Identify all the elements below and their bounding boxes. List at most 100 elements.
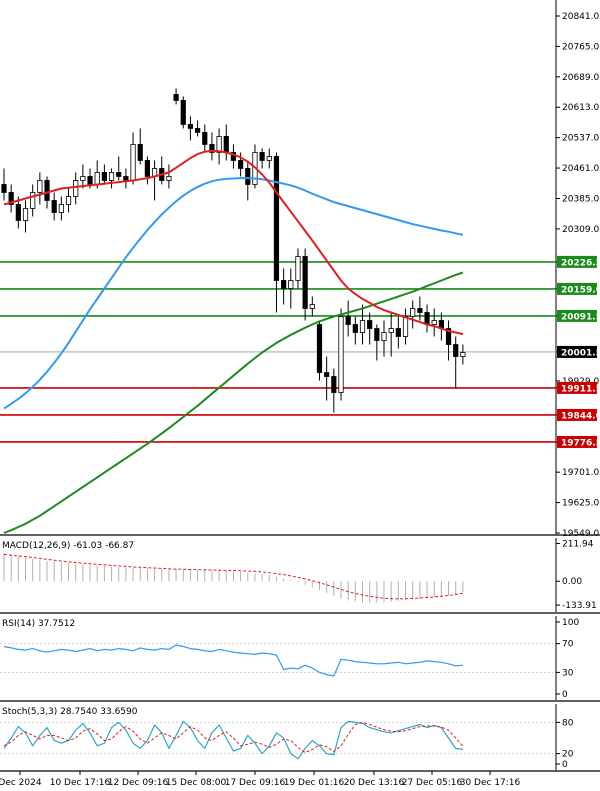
bull-candle	[130, 144, 136, 181]
time-tick-label: 12 Dec 09:16	[108, 778, 169, 788]
bull-candle	[460, 352, 466, 357]
bull-candle	[80, 176, 86, 181]
bear-candle	[273, 156, 280, 281]
bull-candle	[266, 156, 272, 161]
bear-candle	[302, 256, 308, 309]
bear-candle	[374, 328, 380, 341]
bear-candle	[453, 344, 459, 357]
bear-candle	[417, 308, 423, 313]
bull-candle	[288, 280, 294, 289]
bull-candle	[73, 180, 79, 197]
macd-label: MACD(12,26,9) -61.03 -66.87	[2, 541, 134, 551]
macd-panel: MACD(12,26,9) -61.03 -66.87 211.94 0.00 -13…	[2, 539, 597, 611]
time-tick-label: 30 Dec 17:16	[460, 778, 521, 788]
bear-candle	[281, 280, 287, 289]
ma-slow-line	[3, 271, 464, 534]
rsi-tick-label: 30	[562, 668, 574, 678]
bear-candle	[51, 200, 57, 213]
macd-tick-label: 0.00	[562, 577, 582, 587]
bull-candle	[166, 176, 172, 181]
bear-candle	[187, 124, 194, 129]
price-tick-label: 19625.0	[562, 499, 599, 509]
resistance-level-tag-label: 20159.0	[561, 285, 600, 295]
time-tick-label: 17 Dec 09:16	[225, 778, 286, 788]
stoch-label: Stoch(5,3,3) 28.7540 33.6590	[2, 707, 138, 717]
current-price-tag-label: 20001.5	[561, 348, 600, 358]
time-tick-label: Dec 2024	[0, 778, 42, 788]
bull-candle	[338, 316, 344, 393]
bull-candle	[402, 316, 409, 337]
stoch-main-line	[3, 720, 463, 760]
support-level-tag-label: 19911.5	[561, 384, 600, 394]
time-tick-label: 20 Dec 13:16	[344, 778, 405, 788]
price-tick-label: 20461.0	[562, 164, 599, 174]
price-tick-label: 20765.0	[562, 42, 599, 52]
bear-candle	[345, 316, 351, 325]
bull-candle	[22, 208, 29, 221]
bear-candle	[202, 132, 208, 145]
bull-candle	[381, 332, 387, 341]
price-levels	[0, 261, 556, 443]
bear-candle	[223, 136, 229, 153]
bull-candle	[30, 192, 36, 209]
bear-candle	[15, 204, 21, 221]
stoch-tick-label: 20	[562, 750, 574, 760]
bull-candle	[410, 308, 416, 317]
bear-candle	[331, 376, 337, 393]
resistance-level-tag-label: 20091.5	[561, 312, 600, 322]
time-tick-label: 10 Dec 17:16	[50, 778, 111, 788]
trading-chart: 20841.0 20765.0 20689.0 20613.0 20537.0 20461…	[0, 0, 600, 788]
rsi-panel: RSI(14) 37.7512 100 70 30 0	[0, 618, 579, 700]
panel-frames	[0, 0, 600, 772]
stoch-tick-label: 0	[562, 760, 568, 770]
rsi-tick-label: 0	[562, 690, 568, 700]
bull-candle	[58, 204, 64, 213]
bull-candle	[309, 304, 315, 309]
support-level-tag-label: 19844.0	[561, 411, 600, 421]
bear-candle	[352, 324, 358, 333]
candles	[1, 88, 466, 413]
bull-candle	[359, 320, 366, 333]
bear-candle	[194, 128, 201, 133]
time-tick-label: 27 Dec 05:16	[402, 778, 463, 788]
price-tick-label: 19701.0	[562, 468, 599, 478]
price-tick-label: 20309.0	[562, 225, 599, 235]
bear-candle	[173, 94, 179, 101]
bull-candle	[108, 172, 115, 181]
bull-candle	[216, 136, 222, 153]
price-tick-label: 19549.0	[562, 529, 599, 539]
bear-candle	[245, 168, 251, 185]
price-tick-label: 20613.0	[562, 103, 599, 113]
support-level-tag-label: 19776.5	[561, 438, 600, 448]
macd-tick-label: 211.94	[562, 539, 594, 549]
moving-averages	[3, 149, 464, 534]
macd-tick-label: -133.91	[562, 601, 597, 611]
price-tick-label: 20385.0	[562, 194, 599, 204]
stoch-panel: Stoch(5,3,3) 28.7540 33.6590 80 200	[0, 707, 574, 770]
bear-candle	[123, 176, 129, 181]
bear-candle	[44, 180, 50, 201]
rsi-label: RSI(14) 37.7512	[2, 619, 75, 629]
ma-mid-line	[3, 177, 464, 410]
time-tick-label: 15 Dec 08:00	[166, 778, 227, 788]
bear-candle	[395, 328, 401, 337]
bear-candle	[180, 100, 186, 125]
bear-candle	[367, 320, 373, 329]
rsi-tick-label: 100	[562, 618, 579, 628]
stoch-tick-label: 80	[562, 718, 574, 728]
rsi-tick-label: 70	[562, 640, 574, 650]
time-tick-label: 19 Dec 01:16	[284, 778, 345, 788]
bear-candle	[1, 184, 7, 193]
price-axis: 20841.0 20765.0 20689.0 20613.0 20537.0 20461…	[556, 12, 600, 539]
bear-candle	[144, 160, 150, 177]
price-tick-label: 20537.0	[562, 134, 599, 144]
bear-candle	[137, 144, 143, 161]
bull-candle	[388, 328, 394, 333]
bear-candle	[259, 152, 265, 161]
price-tick-label: 20841.0	[562, 12, 599, 22]
bear-candle	[324, 372, 330, 377]
bear-candle	[101, 172, 107, 181]
bear-candle	[116, 172, 122, 177]
stoch-signal-line	[3, 721, 464, 754]
bear-candle	[316, 324, 323, 373]
